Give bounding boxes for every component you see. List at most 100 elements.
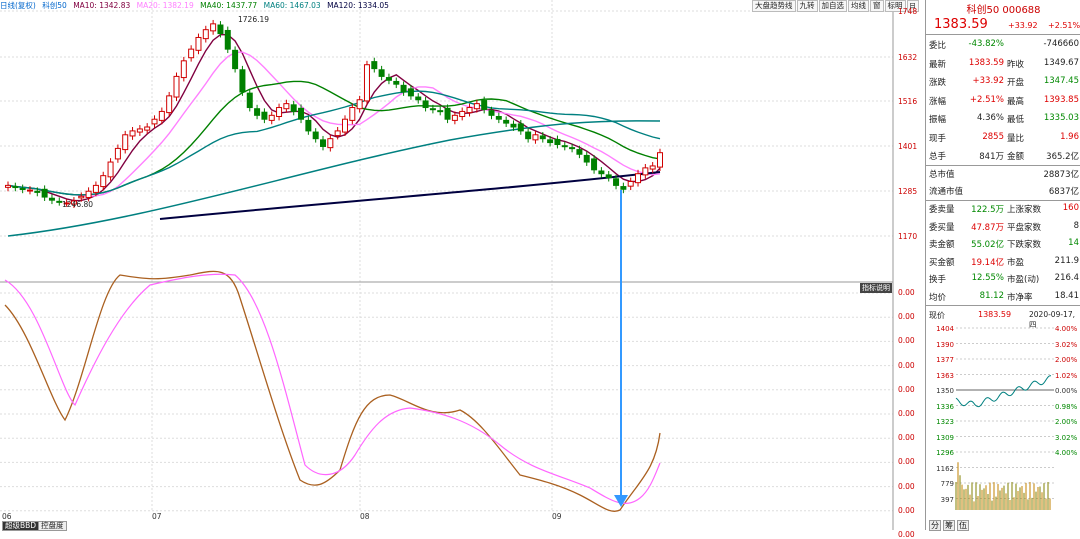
- candle-body: [158, 110, 165, 121]
- indicator-tick: 0.00: [898, 481, 915, 491]
- stat-label: 平盘家数: [1007, 222, 1042, 233]
- now-price: 1383.59: [978, 310, 1012, 319]
- stat-value: 1.96: [1060, 131, 1079, 142]
- stat-label: 量比: [1007, 133, 1025, 144]
- stat-label: 振幅: [929, 115, 947, 125]
- candle-body: [371, 61, 378, 70]
- ma-button[interactable]: 均线: [848, 0, 869, 12]
- kline-chart[interactable]: [0, 0, 925, 530]
- candle-body: [627, 181, 634, 187]
- stat-row: 总市值 28873亿: [929, 168, 1079, 186]
- symbol-label: 科创50: [42, 1, 67, 10]
- stat-value: 55.02亿: [971, 240, 1004, 250]
- stat-label: 市盈: [1007, 257, 1025, 268]
- intraday-left-tick: 1363: [936, 371, 954, 380]
- candle-body: [459, 110, 466, 117]
- stat-row: 委比 -43.82% -746660: [929, 39, 1079, 57]
- stat-value: 1383.59: [968, 57, 1004, 68]
- candle-body: [188, 48, 195, 59]
- high-annotation: 1726.19: [238, 15, 270, 24]
- stat-value: 81.12: [979, 290, 1004, 301]
- ma20-label: MA20: 1382.19: [136, 1, 194, 10]
- stat-label: 下跌家数: [1007, 240, 1042, 250]
- candle-body: [298, 107, 305, 120]
- add-watchlist-button[interactable]: 加自选: [818, 0, 847, 12]
- intraday-right-tick: 0.00%: [1055, 387, 1078, 395]
- candle-body: [107, 161, 114, 178]
- candle-body: [41, 188, 48, 198]
- candle-body: [85, 190, 92, 198]
- price-tick: 1632: [898, 53, 918, 62]
- intraday-right-tick: 2.00%: [1055, 356, 1078, 364]
- candle-body: [305, 119, 312, 132]
- candle-body: [517, 123, 524, 132]
- intraday-left-tick: 397: [940, 495, 954, 504]
- candle-body: [239, 69, 246, 93]
- stat-value: -43.82%: [968, 39, 1004, 49]
- trend-line-button[interactable]: 大盘趋势线: [752, 0, 796, 12]
- candle-body: [510, 123, 517, 128]
- intraday-right-tick: 1.02%: [1055, 371, 1078, 380]
- candle-body: [246, 92, 253, 109]
- intraday-left-tick: 1336: [936, 402, 954, 411]
- indicator-label-button[interactable]: 指标说明: [860, 283, 892, 293]
- candle-body: [429, 108, 436, 111]
- stat-row: 涨幅 +2.51% 最高 1393.85: [929, 95, 1079, 113]
- candle-body: [407, 88, 414, 97]
- candle-body: [569, 147, 576, 150]
- indicator-tick: 0.00: [898, 360, 915, 370]
- stat-value: 211.9: [1054, 255, 1079, 266]
- price-tick: 1170: [898, 232, 918, 241]
- candle-body: [554, 138, 561, 146]
- candle-body: [78, 195, 85, 199]
- candle-body: [649, 165, 656, 170]
- last-price: 1383.59: [934, 17, 988, 32]
- stat-value: 122.5万: [971, 205, 1004, 215]
- stat-value: 1347.45: [1043, 76, 1079, 86]
- intraday-left-tick: 1309: [936, 433, 954, 442]
- candle-body: [12, 186, 19, 189]
- nine-turn-button[interactable]: 九转: [796, 0, 818, 12]
- candle-body: [591, 158, 598, 171]
- stat-value: 841万: [979, 152, 1004, 162]
- tab-minute[interactable]: 分: [929, 520, 941, 531]
- candle-body: [488, 110, 495, 116]
- stat-value: 2855: [982, 131, 1004, 142]
- tab-level5[interactable]: 伍: [957, 520, 969, 531]
- chart-toolbar: 大盘趋势线 九转 加自选 均线 窗 标明 ⊟: [752, 0, 920, 12]
- stat-label: 金额: [1007, 152, 1025, 162]
- main-chart-area[interactable]: 日线(复权) 科创50 MA10: 1342.83 MA20: 1382.19 …: [0, 0, 925, 539]
- stat-label: 涨幅: [929, 96, 947, 107]
- candle-body: [217, 24, 224, 35]
- tab-chips[interactable]: 筹: [943, 520, 955, 531]
- candle-body: [290, 104, 297, 112]
- low-annotation: 1246.80: [62, 200, 94, 209]
- stat-value: 12.55%: [971, 273, 1004, 283]
- candle-body: [92, 184, 99, 193]
- candle-body: [466, 107, 473, 114]
- stat-row: 换手 12.55% 市盈(动) 216.4: [929, 273, 1079, 291]
- stat-label: 上涨家数: [1007, 205, 1042, 215]
- stat-value: 1335.03: [1043, 113, 1079, 123]
- candle-body: [129, 130, 136, 137]
- candle-body: [481, 100, 488, 110]
- candle-body: [232, 49, 239, 70]
- stat-label: 总手: [929, 152, 947, 162]
- ma10-label: MA10: 1342.83: [73, 1, 131, 10]
- stat-label: 总市值: [929, 170, 955, 180]
- candle-body: [268, 114, 275, 121]
- stat-value: 365.2亿: [1046, 152, 1079, 162]
- stat-value: 4.36%: [976, 113, 1004, 123]
- candle-body: [356, 99, 363, 110]
- intraday-left-tick: 1323: [936, 418, 954, 426]
- period-label: 日线(复权): [0, 1, 36, 10]
- candle-body: [180, 60, 187, 79]
- candle-body: [283, 103, 290, 110]
- candle-body: [415, 96, 422, 101]
- candle-body: [136, 128, 143, 133]
- candle-body: [173, 75, 180, 98]
- stat-label: 换手: [929, 275, 947, 285]
- candle-body: [451, 114, 458, 121]
- candle-body: [642, 167, 649, 176]
- window-button[interactable]: 窗: [870, 0, 884, 12]
